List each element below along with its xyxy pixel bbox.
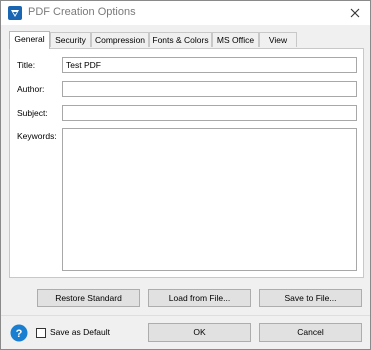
- close-button[interactable]: [340, 1, 370, 25]
- author-field[interactable]: [62, 81, 357, 97]
- save-as-default-label: Save as Default: [50, 327, 111, 337]
- restore-standard-button[interactable]: Restore Standard: [37, 289, 140, 307]
- title-field[interactable]: [62, 57, 357, 73]
- keywords-label: Keywords:: [17, 131, 57, 141]
- tab-strip: General Security Compression Fonts & Col…: [9, 31, 364, 49]
- pdf-app-icon: [8, 6, 22, 20]
- footer-divider: [1, 315, 370, 316]
- save-to-file-button[interactable]: Save to File...: [259, 289, 362, 307]
- load-from-file-button[interactable]: Load from File...: [148, 289, 251, 307]
- tab-security[interactable]: Security: [50, 32, 91, 47]
- tab-ms-office[interactable]: MS Office: [212, 32, 259, 47]
- general-panel: Title: Author: Subject: Keywords:: [9, 48, 364, 278]
- cancel-button[interactable]: Cancel: [259, 323, 362, 342]
- tab-view[interactable]: View: [259, 32, 297, 47]
- svg-text:?: ?: [16, 328, 23, 340]
- title-label: Title:: [17, 60, 36, 70]
- close-icon: [350, 8, 360, 18]
- author-label: Author:: [17, 84, 45, 94]
- window-title: PDF Creation Options: [28, 6, 136, 18]
- tab-compression[interactable]: Compression: [91, 32, 149, 47]
- help-icon[interactable]: ?: [10, 324, 28, 342]
- tab-general[interactable]: General: [9, 31, 50, 49]
- keywords-field[interactable]: [62, 128, 357, 271]
- subject-field[interactable]: [62, 105, 357, 121]
- tab-fonts-colors[interactable]: Fonts & Colors: [149, 32, 212, 47]
- ok-button[interactable]: OK: [148, 323, 251, 342]
- title-bar: PDF Creation Options: [1, 1, 370, 25]
- save-as-default-checkbox[interactable]: [36, 328, 46, 338]
- subject-label: Subject:: [17, 108, 48, 118]
- dialog-window: PDF Creation Options General Security Co…: [0, 0, 371, 350]
